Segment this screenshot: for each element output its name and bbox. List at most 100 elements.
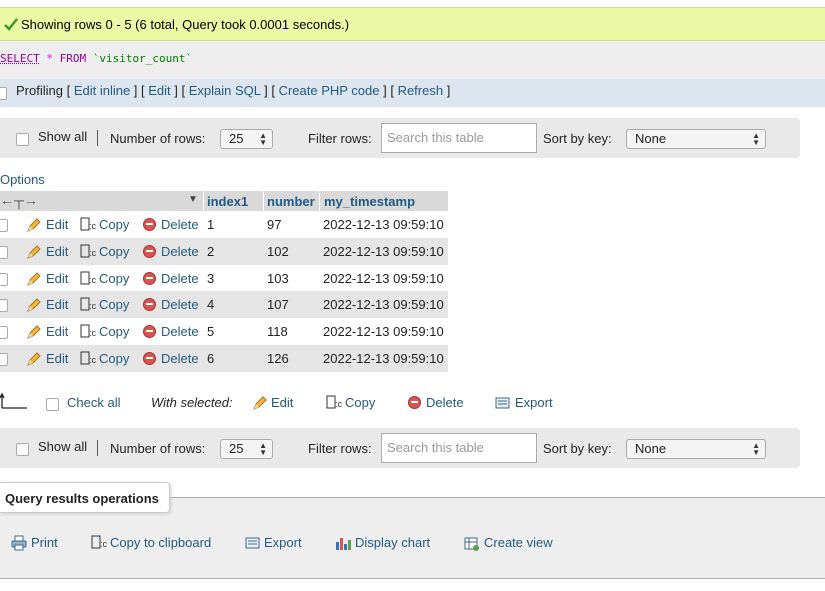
bulk-copy-button[interactable]: Copy <box>345 395 375 410</box>
sort-by-key-label: Sort by key: <box>543 441 612 456</box>
svg-text::c: :c <box>89 275 96 285</box>
check-all-checkbox[interactable] <box>46 398 59 411</box>
check-all-link[interactable]: Check all <box>67 395 120 410</box>
copy-icon: :c <box>326 395 342 409</box>
number-of-rows-label: Number of rows: <box>110 131 206 146</box>
sort-by-key-value: None <box>635 131 667 146</box>
row-checkbox[interactable] <box>0 272 8 286</box>
create-view-icon <box>464 537 479 551</box>
copy-icon: :c <box>80 351 96 365</box>
edit-inline-link[interactable]: Edit inline <box>74 83 130 98</box>
row-checkbox[interactable] <box>0 353 8 366</box>
export-link[interactable]: Export <box>264 535 302 550</box>
filter-rows-label: Filter rows: <box>308 131 372 146</box>
create-view-link[interactable]: Create view <box>484 535 553 550</box>
show-all-checkbox[interactable] <box>16 133 29 146</box>
row-checkbox[interactable] <box>0 245 8 259</box>
number-of-rows-value: 25 <box>229 441 244 456</box>
table-row: Edit:c Copy Delete 1 97 2022-12-13 09:59:10 <box>0 211 448 238</box>
number-of-rows-value: 25 <box>229 131 244 146</box>
sql-operator: * <box>46 52 53 65</box>
column-divider <box>263 191 264 211</box>
row-delete-button[interactable]: Delete <box>161 297 199 312</box>
number-of-rows-select[interactable]: 25 ▲ ▼ <box>220 129 273 149</box>
cell-index1: 4 <box>207 297 215 313</box>
row-copy-button[interactable]: Copy <box>99 351 129 366</box>
row-copy-button[interactable]: Copy <box>99 324 129 339</box>
show-all-checkbox[interactable] <box>16 443 29 456</box>
svg-text::c: :c <box>89 301 96 311</box>
row-checkbox[interactable] <box>0 326 8 340</box>
cell-my-timestamp: 2022-12-13 09:59:10 <box>323 324 444 340</box>
table-row: Edit:c Copy Delete 2 102 2022-12-13 09:59:10 <box>0 237 448 265</box>
row-edit-button[interactable]: Edit <box>46 217 68 232</box>
cell-number: 103 <box>267 270 289 286</box>
row-edit-button[interactable]: Edit <box>46 244 68 259</box>
row-delete-button[interactable]: Delete <box>161 217 199 232</box>
sort-by-key-select[interactable]: None ▲ ▼ <box>626 129 766 149</box>
filter-rows-input[interactable]: Search this table <box>381 433 537 463</box>
cell-index1: 2 <box>207 243 215 259</box>
separator <box>97 130 98 146</box>
row-edit-button[interactable]: Edit <box>46 271 68 286</box>
delete-icon <box>143 271 156 285</box>
row-delete-button[interactable]: Delete <box>161 324 199 339</box>
table-row: Edit:c Copy Delete 3 103 2022-12-13 09:59:10 <box>0 264 448 292</box>
row-edit-button[interactable]: Edit <box>46 324 68 339</box>
sql-keyword-select[interactable]: SELECT <box>0 52 40 65</box>
number-of-rows-select[interactable]: 25 ▲ ▼ <box>220 439 273 459</box>
create-php-code-link[interactable]: Create PHP code <box>279 83 380 98</box>
column-header-my-timestamp[interactable]: my_timestamp <box>324 194 415 209</box>
cell-my-timestamp: 2022-12-13 09:59:10 <box>323 297 444 313</box>
bulk-delete-button[interactable]: Delete <box>426 395 464 410</box>
with-selected-label: With selected: <box>151 395 233 410</box>
row-edit-button[interactable]: Edit <box>46 297 68 312</box>
row-copy-button[interactable]: Copy <box>99 297 129 312</box>
copy-icon: :c <box>80 217 96 231</box>
row-checkbox[interactable] <box>0 219 8 232</box>
delete-icon <box>143 218 156 231</box>
pencil-icon <box>27 298 41 313</box>
query-results-operations-title: Query results operations <box>0 482 170 513</box>
row-delete-button[interactable]: Delete <box>161 351 199 366</box>
delete-icon <box>143 244 156 258</box>
sql-table-name: `visitor_count` <box>92 52 193 65</box>
pencil-icon <box>27 271 41 286</box>
column-header-index1[interactable]: index1 <box>207 194 248 209</box>
filter-rows-input[interactable]: Search this table <box>381 123 537 153</box>
copy-icon: :c <box>91 535 107 549</box>
row-delete-button[interactable]: Delete <box>161 244 199 259</box>
sort-by-key-label: Sort by key: <box>543 131 612 146</box>
cell-index1: 5 <box>207 324 215 340</box>
row-checkbox[interactable] <box>0 299 8 313</box>
row-delete-button[interactable]: Delete <box>161 271 199 286</box>
explain-sql-link[interactable]: Explain SQL <box>189 83 261 98</box>
column-divider <box>203 191 204 211</box>
sort-dropdown-icon[interactable]: ▼ <box>188 194 198 205</box>
row-edit-button[interactable]: Edit <box>46 351 68 366</box>
delete-icon <box>143 352 156 365</box>
delete-icon <box>143 325 156 339</box>
row-copy-button[interactable]: Copy <box>99 271 129 286</box>
cell-number: 126 <box>267 351 289 366</box>
copy-to-clipboard-link[interactable]: Copy to clipboard <box>110 535 211 550</box>
copy-icon: :c <box>80 244 96 258</box>
cell-my-timestamp: 2022-12-13 09:59:10 <box>323 243 444 259</box>
row-copy-button[interactable]: Copy <box>99 217 129 232</box>
edit-link[interactable]: Edit <box>148 83 170 98</box>
sort-by-key-select[interactable]: None ▲ ▼ <box>626 439 766 459</box>
bulk-export-button[interactable]: Export <box>515 395 553 410</box>
print-link[interactable]: Print <box>31 535 58 550</box>
refresh-link[interactable]: Refresh <box>398 83 444 98</box>
options-link[interactable]: Options <box>0 172 45 187</box>
svg-text::c: :c <box>89 221 96 231</box>
svg-text::c: :c <box>89 355 96 365</box>
column-header-number[interactable]: number <box>267 194 315 209</box>
bulk-edit-button[interactable]: Edit <box>271 395 293 410</box>
display-chart-link[interactable]: Display chart <box>355 535 430 550</box>
profiling-checkbox[interactable] <box>0 87 7 100</box>
row-copy-button[interactable]: Copy <box>99 244 129 259</box>
column-resize-arrows-icon[interactable]: ←┬→ <box>0 192 38 208</box>
pencil-icon <box>27 325 41 340</box>
cell-number: 97 <box>267 217 282 232</box>
